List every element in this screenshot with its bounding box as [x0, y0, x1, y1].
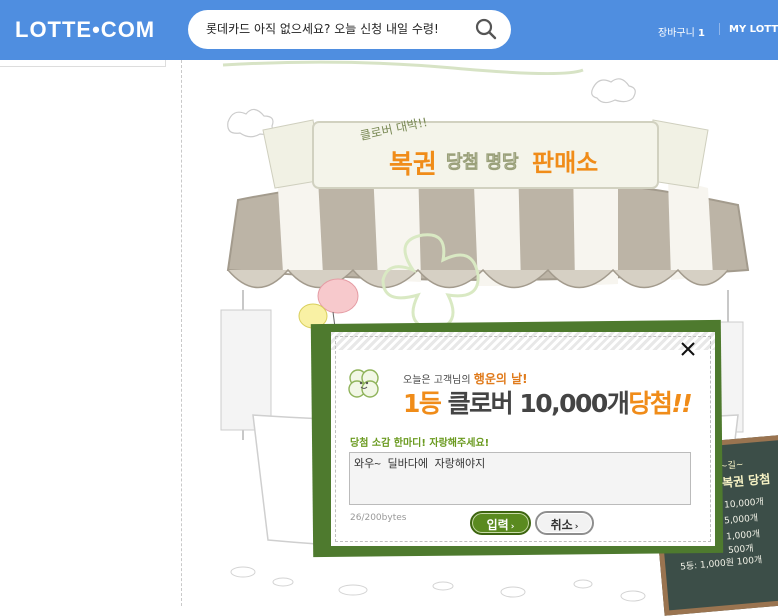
- lotte-logo[interactable]: LOTTE•COM: [15, 17, 155, 43]
- search-bar: [188, 10, 511, 49]
- left-sidebar-box: [0, 60, 166, 67]
- comment-label: 당첨 소감 한마디! 자랑해주세요!: [350, 438, 490, 449]
- popup-headline: 1등 클로버 10,000개당첨!!: [403, 384, 693, 420]
- submit-button[interactable]: 입력 ›: [470, 511, 531, 535]
- cancel-button[interactable]: 취소 ›: [535, 511, 594, 535]
- search-icon[interactable]: [475, 18, 497, 40]
- sign-title-2: 당첨 명당: [446, 152, 519, 173]
- cart-link[interactable]: 장바구니 1: [658, 24, 705, 39]
- cart-label: 장바구니: [658, 28, 695, 39]
- cancel-label: 취소: [550, 518, 573, 532]
- headline-rank: 1등: [403, 389, 442, 418]
- util-divider: [719, 23, 720, 35]
- top-header: LOTTE•COM 장바구니 1 MY LOTTE: [0, 0, 778, 60]
- headline-prize-a: 클로버: [447, 389, 514, 418]
- chalkboard-top: ~길~: [719, 459, 744, 472]
- cart-count: 1: [698, 28, 705, 39]
- submit-label: 입력: [486, 518, 509, 532]
- headline-bang: !!: [671, 389, 692, 418]
- sign-title-1: 복권: [389, 150, 437, 180]
- close-icon[interactable]: [679, 340, 697, 358]
- comment-textarea[interactable]: 와우~ 딜바다에 자랑해야지: [349, 452, 691, 505]
- sign-title-3: 판매소: [532, 149, 598, 177]
- chevron-right-icon: ›: [510, 522, 515, 532]
- headline-win: 당첨: [628, 389, 673, 418]
- clover-icon: [344, 366, 384, 402]
- search-input[interactable]: [206, 19, 464, 39]
- headline-prize-b: 10,000개: [519, 389, 629, 418]
- my-lotte-link[interactable]: MY LOTTE: [729, 24, 778, 35]
- byte-counter: 26/200bytes: [350, 513, 407, 523]
- chevron-right-icon: ›: [574, 522, 579, 532]
- content-divider: [181, 60, 182, 606]
